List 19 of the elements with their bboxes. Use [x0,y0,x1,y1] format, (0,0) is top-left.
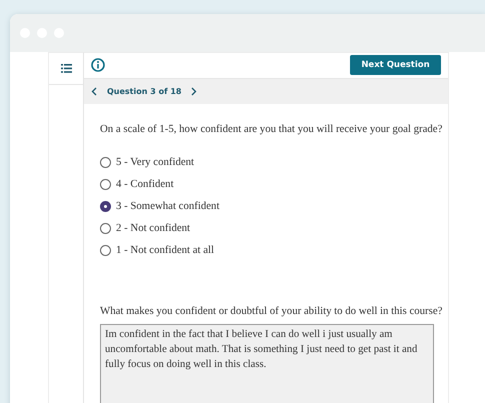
option-label[interactable]: 2 - Not confident [116,221,190,235]
list-icon[interactable] [60,64,72,73]
option-label[interactable]: 5 - Very confident [116,155,194,169]
previous-chevron-icon[interactable] [91,86,97,96]
next-chevron-icon[interactable] [191,86,198,96]
option-label[interactable]: 4 - Confident [116,177,174,191]
radio-button[interactable] [100,156,111,168]
question-text: What makes you confident or doubtful of your ability to do well in this course? [100,304,442,318]
radio-button[interactable] [100,222,111,234]
info-icon[interactable] [91,58,105,72]
radio-button[interactable] [100,200,111,212]
answer-field[interactable]: Im confident in the fact that I believe I can do well i just usually am uncomfortable about math. That is something I just need to get past it and fully focus on doing well in this class. [100,324,434,403]
question-text: On a scale of 1-5, how confident are you that you will receive your goal grade? [100,122,442,136]
radio-button[interactable] [100,244,111,256]
next-question-button[interactable]: Next Question [350,55,441,76]
question-counter: Question 3 of 18 [107,86,182,96]
option-label[interactable]: 3 - Somewhat confident [116,199,220,213]
radio-button[interactable] [100,178,111,190]
option-label[interactable]: 1 - Not confident at all [116,243,214,257]
